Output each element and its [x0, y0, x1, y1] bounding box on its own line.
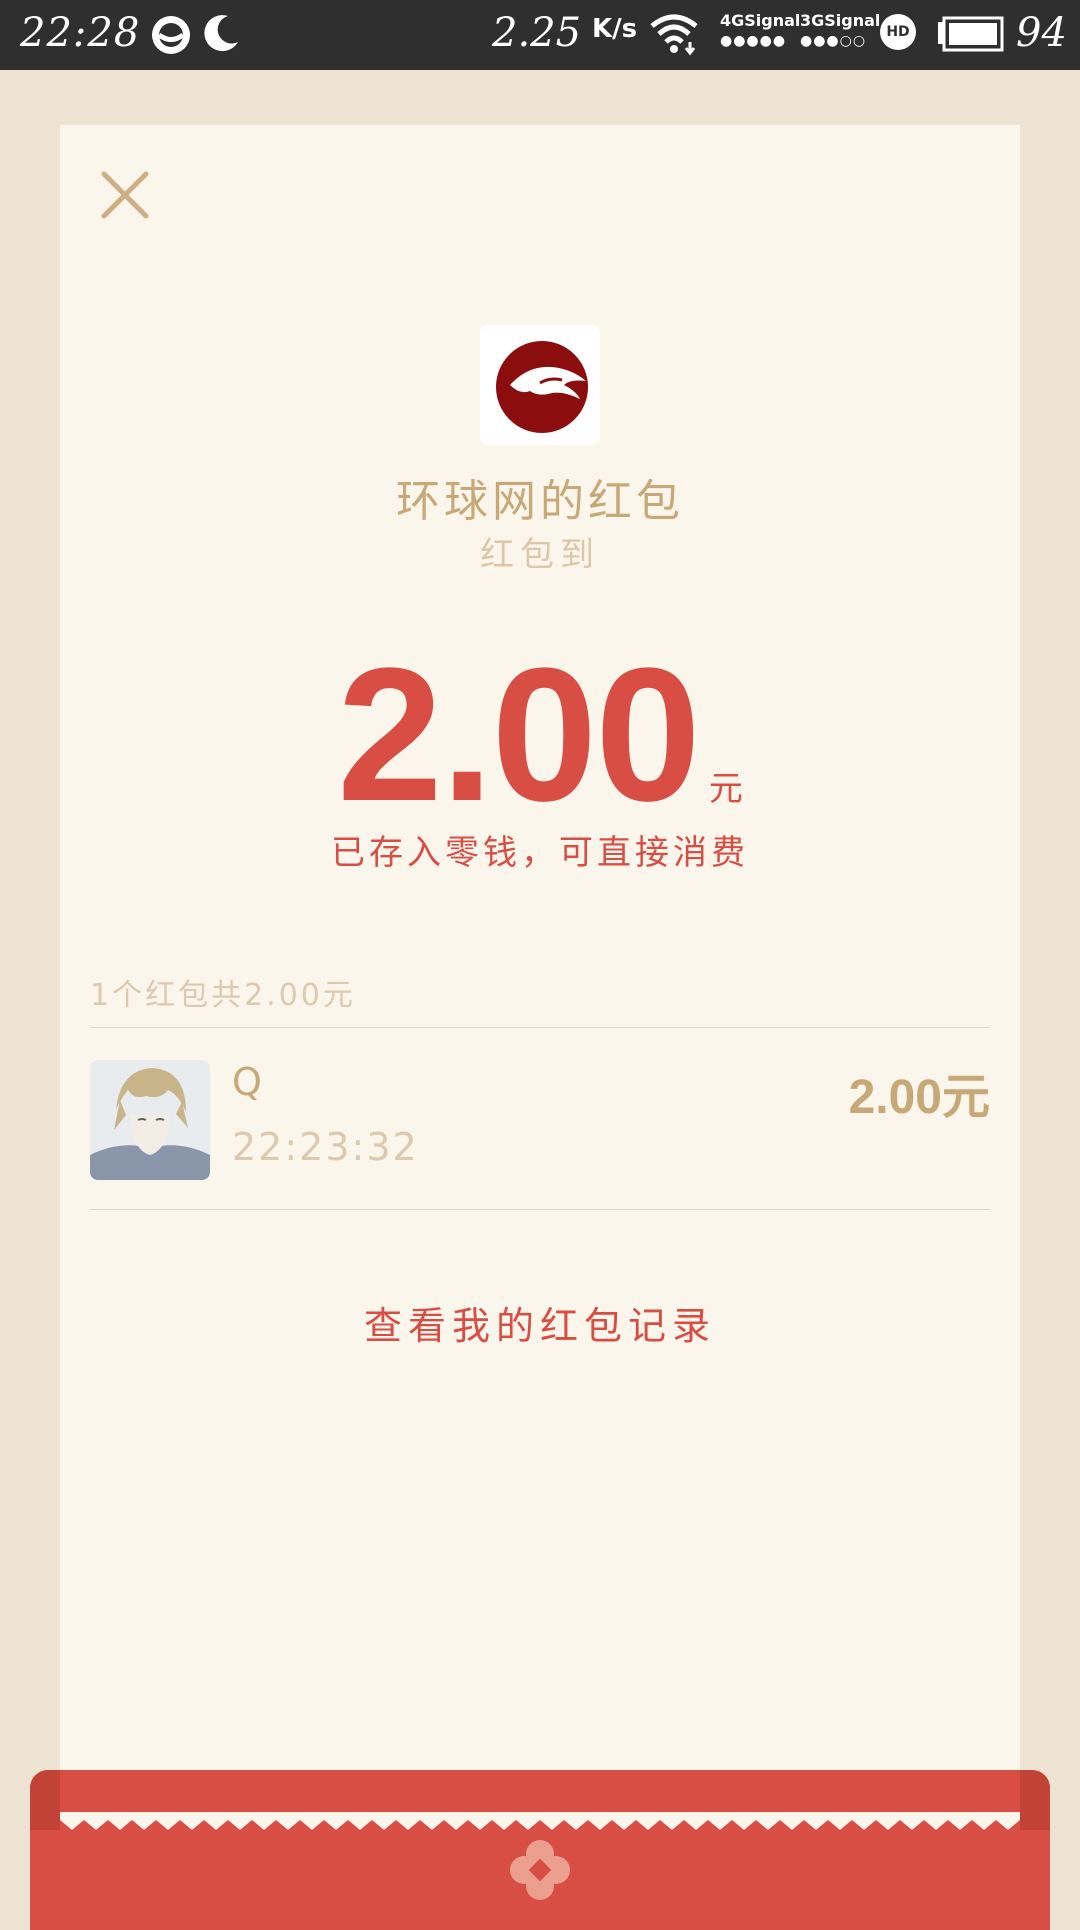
- network-speed-unit: K/s: [592, 14, 638, 44]
- envelope-edge-left: [30, 1770, 60, 1830]
- divider: [90, 1209, 990, 1210]
- network-speed: 2.25: [492, 10, 582, 56]
- battery-icon: [938, 16, 1004, 52]
- packet-summary: 1个红包共2.00元: [90, 978, 356, 1013]
- stored-note[interactable]: 已存入零钱，可直接消费: [60, 825, 1020, 874]
- signal-4g-bars: ●●●●●: [720, 33, 787, 49]
- battery-level: 94: [1016, 10, 1067, 56]
- close-icon[interactable]: [100, 170, 150, 220]
- recipient-name: Q: [232, 1060, 262, 1104]
- signal-3g: 3GSignal ●●●○○: [800, 12, 880, 50]
- signal-4g: 4GSignal ●●●●●: [720, 12, 800, 50]
- signal-4g-label: 4GSignal: [720, 11, 801, 30]
- recipient-time: 22:23:32: [232, 1125, 419, 1169]
- hd-icon: HD: [880, 14, 916, 50]
- amount-display: 2.00 元: [60, 635, 1020, 835]
- signal-3g-bars: ●●●○○: [800, 33, 867, 49]
- hd-label: HD: [886, 24, 910, 40]
- sender-title: 环球网的红包: [396, 476, 684, 527]
- packet-status: 红包到: [480, 535, 600, 575]
- amount-unit: 元: [708, 769, 743, 809]
- dragon-logo-icon: [480, 325, 600, 445]
- divider: [90, 1027, 990, 1028]
- avatar-illustration: [90, 1060, 210, 1180]
- envelope-edge-right: [1020, 1770, 1050, 1830]
- wifi-icon: [650, 14, 698, 56]
- view-records-link[interactable]: 查看我的红包记录: [60, 1295, 1020, 1350]
- card-zigzag-edge: [60, 1812, 1020, 1830]
- amount-value: 2.00: [337, 629, 701, 841]
- avatar[interactable]: [90, 1060, 210, 1180]
- recipient-amount: 2.00元: [848, 1071, 990, 1124]
- signal-3g-label: 3GSignal: [800, 11, 881, 30]
- flower-icon: [510, 1840, 570, 1900]
- sender-logo: [480, 325, 600, 445]
- chat-icon: [152, 16, 190, 54]
- moon-icon: [204, 15, 238, 52]
- status-bar: 22:28 2.25 K/s 4GSignal ●●●●● 3GSignal ●…: [0, 0, 1080, 70]
- red-packet-detail-card: 环球网的红包 红包到 2.00 元 已存入零钱，可直接消费 1个红包共2.00元 …: [60, 125, 1020, 1845]
- status-time: 22:28: [20, 10, 141, 56]
